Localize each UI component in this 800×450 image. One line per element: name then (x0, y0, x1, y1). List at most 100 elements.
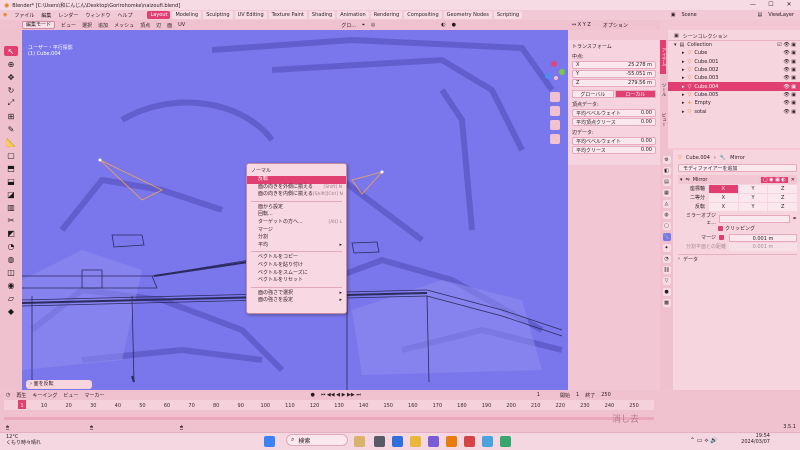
menu-mesh[interactable]: メッシュ (114, 22, 134, 29)
menu-item-point-to-target[interactable]: ターゲットの方へ... [Alt] L (247, 219, 346, 227)
y-axis-icon[interactable] (559, 69, 565, 75)
pan-icon[interactable] (550, 106, 560, 116)
visibility-icon[interactable]: 👁 ▣ (783, 75, 796, 81)
tab-compositing[interactable]: Compositing (404, 11, 442, 19)
outliner-item-cube-004[interactable]: ▸ ▽ Cube.004 👁 ▣ (668, 82, 800, 91)
zoom-icon[interactable] (550, 92, 560, 102)
menu-item-split[interactable]: 分割 (247, 234, 346, 242)
add-cube-tool-icon[interactable]: ▢ (4, 150, 18, 160)
z-axis-icon[interactable] (545, 73, 551, 79)
merge-checkbox[interactable] (719, 235, 724, 240)
bisect-z-toggle[interactable]: Z (768, 194, 797, 202)
annotate-tool-icon[interactable]: ✎ (4, 124, 18, 134)
edge-crease-field[interactable]: 平均クリース 0.00 (572, 146, 656, 154)
axis-z-toggle[interactable]: Z (768, 185, 797, 193)
transform-orientation[interactable]: グロ... (341, 22, 356, 29)
menu-item-smooth-vector[interactable]: ベクトルをスムーズに (247, 270, 346, 278)
object-tab-icon[interactable]: ▢ (662, 222, 671, 230)
end-frame-field[interactable]: 250 (601, 392, 611, 398)
material-tab-icon[interactable]: ● (662, 288, 671, 296)
visibility-icon[interactable]: 👁 ▣ (783, 109, 796, 115)
menu-timeline-view[interactable]: ビュー (63, 392, 78, 399)
menu-select[interactable]: 選択 (82, 22, 92, 29)
shading-icon[interactable]: ● (452, 22, 456, 28)
start-frame-field[interactable]: 1 (576, 392, 579, 398)
menu-item-average[interactable]: 平均 ▸ (247, 242, 346, 250)
mode-selector[interactable]: 編集モード (22, 21, 56, 29)
outliner-item-cube-005[interactable]: ▸ ▽ Cube.005 👁 ▣ (668, 91, 800, 99)
shear-tool-icon[interactable]: ▱ (4, 293, 18, 303)
expand-icon[interactable]: ▸ (682, 100, 685, 106)
widget-icon[interactable] (354, 436, 365, 447)
tab-uv-editing[interactable]: UV Editing (234, 11, 267, 19)
median-z-field[interactable]: Z 279.56 m (572, 79, 656, 87)
median-y-field[interactable]: Y -55.051 m (572, 70, 656, 78)
menu-edit[interactable]: 編集 (41, 12, 51, 19)
menu-window[interactable]: ウィンドウ (85, 12, 110, 19)
menu-uv[interactable]: UV (178, 22, 185, 28)
menu-render[interactable]: レンダー (58, 12, 78, 19)
menu-item-recalc-inside[interactable]: 面の向きを内側に揃える [Shift][Ctrl] N (247, 191, 346, 199)
physics-tab-icon[interactable]: ◔ (662, 255, 671, 263)
constraints-tab-icon[interactable]: ⛓ (662, 266, 671, 274)
visibility-icon[interactable]: ☑ 👁 ▣ (777, 42, 796, 48)
mirror-object-field[interactable] (719, 215, 790, 223)
current-frame-field[interactable]: 1 (537, 392, 540, 398)
outliner-item-sotai[interactable]: ▸ ▽ sotai 👁 ▣ (668, 107, 800, 115)
visibility-icon[interactable]: 👁 ▣ (783, 84, 796, 90)
modifier-toggles[interactable]: ▢ ◉ ▣ ◐ (760, 176, 788, 183)
clipping-checkbox[interactable] (718, 226, 723, 231)
side-tab-item[interactable]: アイテム (660, 40, 666, 74)
store-icon[interactable] (428, 436, 439, 447)
side-tab-tool[interactable]: ツール (660, 76, 666, 104)
taskbar-search[interactable]: ⌕ 検索 (286, 434, 348, 446)
blender-menu-icon[interactable]: ◉ (3, 12, 7, 18)
rip-tool-icon[interactable]: ◆ (4, 306, 18, 316)
expand-icon[interactable]: ▸ (682, 92, 685, 98)
median-x-field[interactable]: X 25.278 m (572, 61, 656, 69)
weather-widget[interactable]: 12°C くもり時々晴れ (6, 434, 41, 446)
data-subpanel[interactable]: › データ (678, 254, 797, 263)
axis-y-toggle[interactable]: Y (738, 185, 768, 193)
texture-tab-icon[interactable]: ▩ (662, 299, 671, 307)
knife-tool-icon[interactable]: ✂ (4, 215, 18, 225)
scale-tool-icon[interactable]: ⤢ (4, 98, 18, 108)
spin-tool-icon[interactable]: ◔ (4, 241, 18, 251)
scene-tab-icon[interactable]: ◬ (662, 200, 671, 208)
view-layer-tab-icon[interactable]: ▦ (662, 189, 671, 197)
rotate-tool-icon[interactable]: ↻ (4, 85, 18, 95)
measure-tool-icon[interactable]: 📐 (4, 137, 18, 147)
data-tab-icon[interactable]: ▽ (662, 277, 671, 285)
particles-tab-icon[interactable]: ✦ (662, 244, 671, 252)
flip-z-toggle[interactable]: Z (768, 203, 797, 211)
last-operation-panel[interactable]: › 面を反転 (26, 380, 92, 389)
app-icon[interactable] (500, 436, 511, 447)
flip-x-toggle[interactable]: X (709, 203, 738, 211)
mirror-xyz[interactable]: ↔ X Y Z (572, 22, 591, 28)
expand-icon[interactable]: ▸ (682, 67, 685, 73)
menu-item-set-from-faces[interactable]: 面から設定 (247, 204, 346, 212)
outliner-item-cube[interactable]: ▸ ▽ Cube 👁 ▣ (668, 49, 800, 57)
tab-layout[interactable]: Layout (147, 11, 171, 19)
expand-icon[interactable]: ▸ (682, 50, 685, 56)
options-button[interactable]: オプション (603, 22, 628, 29)
file-explorer-icon[interactable] (410, 436, 421, 447)
overlay-icon[interactable]: ◐ (441, 22, 445, 28)
render-tab-icon[interactable]: ◧ (662, 167, 671, 175)
expand-icon[interactable]: ▸ (682, 84, 685, 90)
shrink-tool-icon[interactable]: ◉ (4, 280, 18, 290)
expand-icon[interactable]: › (678, 256, 680, 262)
close-icon[interactable]: ✕ (791, 177, 795, 183)
edge-browser-icon[interactable] (392, 436, 403, 447)
side-tab-view[interactable]: ビュー (660, 106, 666, 134)
vertex-crease-field[interactable]: 平均頂点クリース 0.00 (572, 118, 656, 126)
tab-rendering[interactable]: Rendering (370, 11, 403, 19)
tab-sculpting[interactable]: Sculpting (203, 11, 233, 19)
outliner-item-cube-002[interactable]: ▸ ▽ Cube.002 👁 ▣ (668, 66, 800, 74)
menu-view[interactable]: ビュー (61, 22, 76, 29)
select-tool-icon[interactable]: ↖ (4, 46, 18, 56)
visibility-icon[interactable]: 👁 ▣ (783, 92, 796, 98)
menu-item-reset-vector[interactable]: ベクトルをリセット (247, 277, 346, 285)
task-view-icon[interactable] (374, 436, 385, 447)
playback-controls[interactable]: ⏮ ◀◀ ◀ ▶ ▶▶ ⏭ (321, 392, 361, 398)
